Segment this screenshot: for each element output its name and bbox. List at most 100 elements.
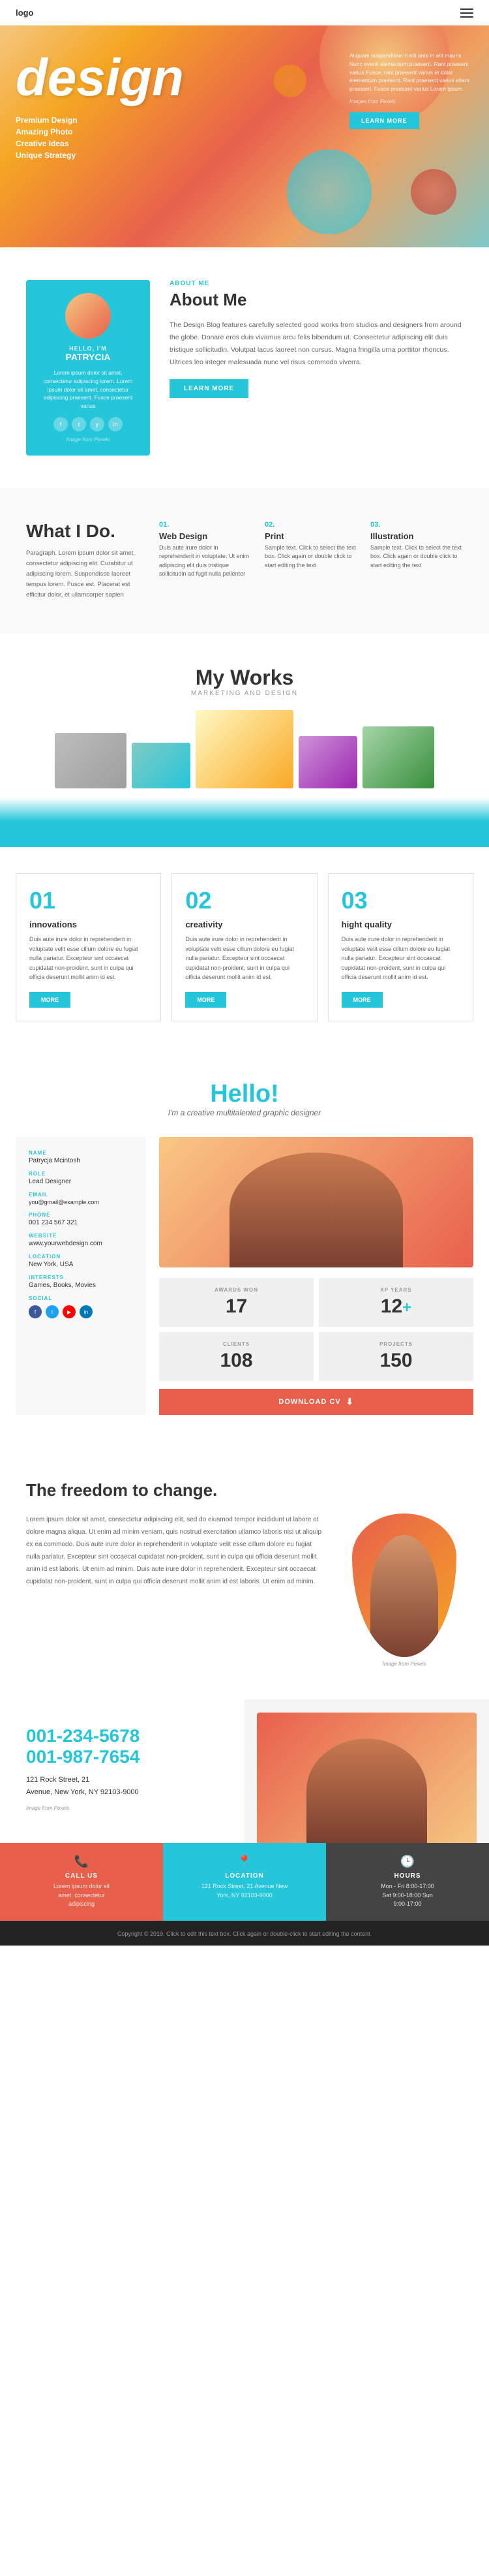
feature-title-3: hight quality — [342, 920, 460, 929]
social-facebook[interactable]: f — [53, 417, 68, 431]
feature-text-1: Duis aute irure dolor in reprehenderit i… — [29, 935, 147, 982]
work-thumb-2[interactable] — [132, 743, 190, 788]
feature-card-3: 03 hight quality Duis aute irure dolor i… — [328, 873, 473, 1021]
feature-btn-1[interactable]: MORE — [29, 992, 70, 1008]
about-heading: About Me — [170, 290, 463, 310]
location-label: LOCATION — [29, 1254, 133, 1260]
hero-content: design Premium Design Amazing Photo Crea… — [16, 52, 184, 160]
avatar — [65, 293, 111, 339]
copyright-text: Copyright © 2019. Click to edit this tex… — [117, 1931, 372, 1937]
about-text: The Design Blog features carefully selec… — [170, 319, 463, 369]
work-thumb-1[interactable] — [55, 733, 126, 788]
profile-email-row: EMAIL you@gmail@example.com — [29, 1192, 133, 1205]
hero-blob-4 — [274, 65, 306, 97]
service-num-3: 03. — [370, 521, 463, 529]
profile-facebook-icon[interactable]: f — [29, 1305, 42, 1318]
about-section-label: About Me — [170, 280, 463, 287]
feature-btn-3[interactable]: MORE — [342, 992, 383, 1008]
stat-awards: AWARDS WON 17 — [159, 1278, 314, 1327]
tagline-2: Amazing Photo — [16, 127, 184, 136]
my-works-section: My Works MARKETING AND DESIGN — [0, 633, 489, 847]
my-works-subtitle: MARKETING AND DESIGN — [0, 690, 489, 697]
about-image-credit: Image from Pexels — [39, 437, 137, 442]
hello-section: Hello! I'm a creative multitalented grap… — [0, 1047, 489, 1448]
call-text: Lorem ipsum dolor sit amet, consectetur … — [10, 1882, 153, 1909]
about-learn-more-button[interactable]: LEARN MORE — [170, 379, 248, 398]
hero-title: design — [16, 52, 184, 104]
service-name-2: Print — [265, 531, 357, 541]
features-section: 01 innovations Duis aute irure dolor in … — [0, 847, 489, 1047]
feature-card-1: 01 innovations Duis aute irure dolor in … — [16, 873, 161, 1021]
freedom-title: The freedom to change. — [26, 1480, 463, 1500]
hello-label: HELLO, I'M — [39, 345, 137, 352]
call-icon: 📞 — [10, 1855, 153, 1869]
freedom-section: The freedom to change. Lorem ipsum dolor… — [0, 1448, 489, 1699]
feature-title-1: innovations — [29, 920, 147, 929]
location-title: LOCATION — [173, 1872, 316, 1880]
hero-blob-3 — [411, 169, 456, 215]
footer-phone-2[interactable]: 001-987-7654 — [26, 1746, 218, 1767]
profile-youtube-icon[interactable]: ▶ — [63, 1305, 76, 1318]
hero-taglines: Premium Design Amazing Photo Creative Id… — [16, 116, 184, 160]
footer-contact: 001-234-5678 001-987-7654 121 Rock Stree… — [0, 1699, 244, 1843]
profile-location: New York, USA — [29, 1261, 133, 1268]
bottom-bar: Copyright © 2019. Click to edit this tex… — [0, 1921, 489, 1946]
download-cv-button[interactable]: DOWNLOAD CV ⬇ — [159, 1389, 473, 1415]
footer-top: 001-234-5678 001-987-7654 121 Rock Stree… — [0, 1699, 489, 1843]
profile-card: NAME Patrycja Mcintosh ROLE Lead Designe… — [16, 1137, 146, 1415]
profile-email: you@gmail@example.com — [29, 1199, 133, 1205]
profile-social-row: SOCIAL f t ▶ in — [29, 1296, 133, 1318]
profile-name-row: NAME Patrycja Mcintosh — [29, 1150, 133, 1164]
tagline-4: Unique Strategy — [16, 151, 184, 160]
feature-num-3: 03 — [342, 887, 460, 914]
freedom-inner: Lorem ipsum dolor sit amet, consectetur … — [26, 1513, 463, 1667]
profile-social-icons: f t ▶ in — [29, 1305, 133, 1318]
freedom-text: Lorem ipsum dolor sit amet, consectetur … — [26, 1513, 326, 1588]
hello-inner: NAME Patrycja Mcintosh ROLE Lead Designe… — [16, 1137, 473, 1415]
what-i-do-inner: What I Do. Paragraph. Lorem ipsum dolor … — [26, 521, 463, 601]
hamburger-menu[interactable] — [460, 8, 473, 18]
profile-location-row: LOCATION New York, USA — [29, 1254, 133, 1268]
service-web-design: 01. Web Design Duis aute irure dolor in … — [159, 521, 252, 601]
profile-role-row: ROLE Lead Designer — [29, 1171, 133, 1185]
hero-right-content: Aliquam suspendisse in elit ante in elit… — [349, 52, 473, 129]
profile-linkedin-icon[interactable]: in — [80, 1305, 93, 1318]
about-card: HELLO, I'M PATRYCIA Lorem ipsum dolor si… — [26, 280, 150, 456]
hours-icon: 🕒 — [336, 1855, 479, 1869]
feature-card-2: 02 creativity Duis aute irure dolor in r… — [171, 873, 317, 1021]
social-twitter[interactable]: t — [72, 417, 86, 431]
what-i-do-text: Paragraph. Lorem ipsum dolor sit amet, c… — [26, 548, 143, 601]
profile-phone: 001 234 567 321 — [29, 1219, 133, 1226]
work-thumb-4[interactable] — [299, 736, 357, 788]
social-youtube[interactable]: y — [90, 417, 104, 431]
work-thumb-5[interactable] — [363, 726, 434, 788]
footer-person-silhouette — [306, 1739, 428, 1843]
freedom-img-area: Image from Pexels — [346, 1513, 463, 1667]
location-text: 121 Rock Street, 21 Avenue New York, NY … — [173, 1882, 316, 1900]
profile-website-row: WEBSITE www.yourwebdesign.com — [29, 1233, 133, 1247]
profile-twitter-icon[interactable]: t — [46, 1305, 59, 1318]
header: logo — [0, 0, 489, 25]
profile-interests-row: INTERESTS Games, Books, Movies — [29, 1275, 133, 1289]
hello-subtitle: I'm a creative multitalented graphic des… — [16, 1108, 473, 1117]
stat-years-label: XP YEARS — [328, 1287, 464, 1293]
logo[interactable]: logo — [16, 8, 33, 18]
role-label: ROLE — [29, 1171, 133, 1177]
profile-interests: Games, Books, Movies — [29, 1282, 133, 1289]
hero-learn-more-button[interactable]: LEARN MORE — [349, 112, 419, 129]
feature-btn-2[interactable]: MORE — [185, 992, 226, 1008]
social-linkedin[interactable]: in — [108, 417, 123, 431]
hello-title: Hello! — [16, 1080, 473, 1108]
social-label: SOCIAL — [29, 1296, 133, 1301]
call-title: CALL US — [10, 1872, 153, 1880]
about-section: HELLO, I'M PATRYCIA Lorem ipsum dolor si… — [0, 247, 489, 488]
what-left: What I Do. Paragraph. Lorem ipsum dolor … — [26, 521, 143, 601]
footer-phone-1[interactable]: 001-234-5678 — [26, 1726, 218, 1746]
profile-role: Lead Designer — [29, 1178, 133, 1185]
profile-phone-row: PHONE 001 234 567 321 — [29, 1212, 133, 1226]
about-card-text: Lorem ipsum dolor sit amet, consectetur … — [39, 369, 137, 411]
about-right: About Me About Me The Design Blog featur… — [170, 280, 463, 398]
work-thumb-3[interactable] — [196, 710, 293, 788]
works-teal-bottom — [0, 821, 489, 847]
stat-years-value: 12+ — [328, 1296, 464, 1318]
